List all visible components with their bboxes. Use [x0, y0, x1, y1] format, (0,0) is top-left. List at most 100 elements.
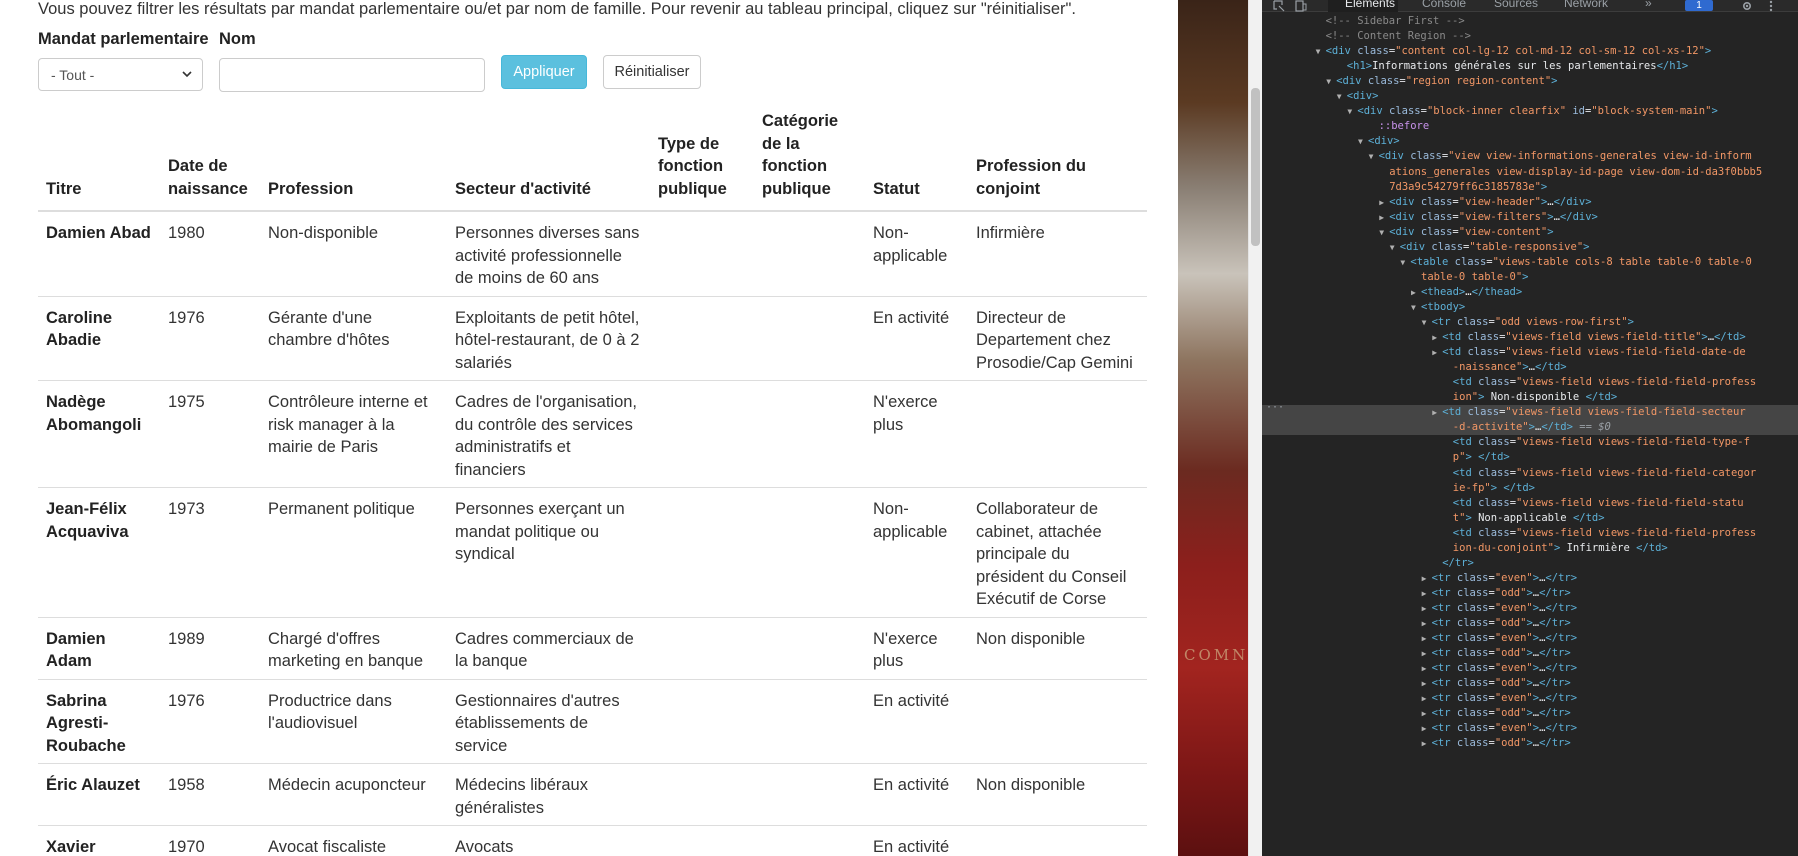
collapsed-triangle-icon[interactable]: ▶ [1422, 736, 1432, 751]
dom-node-line[interactable]: ▶ <tr class="even">…</tr> [1262, 691, 1798, 706]
collapsed-triangle-icon[interactable]: ▶ [1422, 571, 1432, 586]
dom-node-line[interactable]: t"> Non-applicable </td> [1262, 511, 1798, 526]
tab-network[interactable]: Network [1564, 0, 1608, 10]
dom-node-line[interactable]: <td class="views-field views-field-field… [1262, 466, 1798, 481]
deputy-name[interactable]: Damien Abad [38, 210, 160, 296]
mandat-select[interactable]: - Tout - [38, 58, 203, 91]
dom-node-line[interactable]: <td class="views-field views-field-field… [1262, 435, 1798, 450]
expanded-triangle-icon[interactable]: ▼ [1358, 134, 1368, 149]
collapsed-triangle-icon[interactable]: ▶ [1422, 676, 1432, 691]
dom-node-line[interactable]: ▼ <div class="table-responsive"> [1262, 240, 1798, 255]
dom-node-line[interactable]: ▼ <div class="block-inner clearfix" id="b… [1262, 104, 1798, 119]
dom-node-line[interactable]: ▶ <tr class="odd">…</tr> [1262, 586, 1798, 601]
dom-node-line[interactable]: <!-- Sidebar First --> [1262, 14, 1798, 29]
issues-badge[interactable]: 1 [1685, 0, 1713, 11]
dom-node-line[interactable]: ▼ <div class="view-content"> [1262, 225, 1798, 240]
dom-node-line[interactable]: ▶ <td class="views-field views-field-fiel… [1262, 345, 1798, 360]
device-toolbar-icon[interactable] [1294, 0, 1308, 12]
expanded-triangle-icon[interactable]: ▼ [1422, 315, 1432, 330]
tab-elements[interactable]: Elements [1345, 0, 1395, 10]
deputy-name[interactable]: Nadège Abomangoli [38, 380, 160, 488]
dom-node-line[interactable]: ▼ <div class="view view-informations-gene… [1262, 149, 1798, 164]
dom-node-line[interactable]: ▼ <div class="region region-content"> [1262, 74, 1798, 89]
column-header[interactable]: Statut [865, 106, 968, 212]
expanded-triangle-icon[interactable]: ▼ [1337, 89, 1347, 104]
apply-button[interactable]: Appliquer [501, 55, 587, 89]
dom-node-line[interactable]: <td class="views-field views-field-field… [1262, 526, 1798, 541]
deputy-name[interactable]: Caroline Abadie [38, 295, 160, 381]
dom-node-line[interactable]: ▼ <div> [1262, 89, 1798, 104]
dom-node-line[interactable]: ▼ <div> [1262, 134, 1798, 149]
collapsed-triangle-icon[interactable]: ▶ [1422, 661, 1432, 676]
column-header[interactable]: Date de naissance [160, 106, 260, 212]
dom-node-line[interactable]: ▼ <tbody> [1262, 300, 1798, 315]
collapsed-triangle-icon[interactable]: ▶ [1422, 691, 1432, 706]
dom-node-line[interactable]: </tr> [1262, 556, 1798, 571]
expanded-triangle-icon[interactable]: ▼ [1316, 44, 1326, 59]
expanded-triangle-icon[interactable]: ▼ [1400, 255, 1410, 270]
dom-node-line[interactable]: 7d3a9c54279ff6c3185783e"> [1262, 180, 1798, 195]
dom-node-line[interactable]: ▶ <tr class="odd">…</tr> [1262, 676, 1798, 691]
dom-node-line[interactable]: ▶ <tr class="odd">…</tr> [1262, 706, 1798, 721]
dom-node-line[interactable]: ▼ <table class="views-table cols-8 table … [1262, 255, 1798, 270]
column-header[interactable]: Type de fonction publique [650, 106, 754, 212]
deputy-name[interactable]: Éric Alauzet [38, 763, 160, 826]
node-actions-ellipsis[interactable]: ··· [1266, 402, 1284, 413]
collapsed-triangle-icon[interactable]: ▶ [1422, 631, 1432, 646]
dom-node-line[interactable]: ::before [1262, 119, 1798, 134]
dom-node-line[interactable]: ▶ <tr class="even">…</tr> [1262, 631, 1798, 646]
collapsed-triangle-icon[interactable]: ▶ [1422, 586, 1432, 601]
collapsed-triangle-icon[interactable]: ▶ [1422, 721, 1432, 736]
kebab-menu-icon[interactable] [1764, 0, 1778, 12]
dom-node-line[interactable]: ▼ <div class="content col-lg-12 col-md-12… [1262, 44, 1798, 59]
collapsed-triangle-icon[interactable]: ▶ [1379, 195, 1389, 210]
column-header[interactable]: Profession [260, 106, 447, 212]
deputy-name[interactable]: Xavier Albertini [38, 825, 160, 856]
collapsed-triangle-icon[interactable]: ▶ [1432, 345, 1442, 360]
reset-button[interactable]: Réinitialiser [603, 55, 701, 89]
dom-node-line[interactable]: ▶ <thead>…</thead> [1262, 285, 1798, 300]
dom-node-line[interactable]: ▶ <tr class="even">…</tr> [1262, 571, 1798, 586]
dom-node-line[interactable]: ▼ <tr class="odd views-row-first"> [1262, 315, 1798, 330]
collapsed-triangle-icon[interactable]: ▶ [1379, 210, 1389, 225]
expanded-triangle-icon[interactable]: ▼ [1347, 104, 1357, 119]
dom-node-line[interactable]: ▶ <tr class="odd">…</tr> [1262, 646, 1798, 661]
dom-node-line[interactable]: ▶ <tr class="odd">…</tr> [1262, 736, 1798, 751]
dom-node-line[interactable]: ion"> Non-disponible </td> [1262, 390, 1798, 405]
dom-node-line[interactable]: ion-du-conjoint"> Infirmière </td> [1262, 541, 1798, 556]
dom-node-line[interactable]: p"> </td> [1262, 450, 1798, 465]
dom-node-line[interactable]: ie-fp"> </td> [1262, 481, 1798, 496]
collapsed-triangle-icon[interactable]: ▶ [1411, 285, 1421, 300]
nom-input[interactable] [219, 58, 485, 92]
dom-node-line[interactable]: ▶ <tr class="even">…</tr> [1262, 721, 1798, 736]
dom-node-line[interactable]: ▶ <td class="views-field views-field-titl… [1262, 330, 1798, 345]
deputy-name[interactable]: Damien Adam [38, 616, 160, 679]
collapsed-triangle-icon[interactable]: ▶ [1422, 616, 1432, 631]
collapsed-triangle-icon[interactable]: ▶ [1422, 646, 1432, 661]
dom-node-line[interactable]: ▶ <div class="view-filters">…</div> [1262, 210, 1798, 225]
expanded-triangle-icon[interactable]: ▼ [1411, 300, 1421, 315]
deputy-name[interactable]: Sabrina Agresti-Roubache [38, 678, 160, 764]
expanded-triangle-icon[interactable]: ▼ [1379, 225, 1389, 240]
collapsed-triangle-icon[interactable]: ▶ [1432, 330, 1442, 345]
dom-node-line[interactable]: <!-- Content Region --> [1262, 29, 1798, 44]
collapsed-triangle-icon[interactable]: ▶ [1432, 405, 1442, 420]
collapsed-triangle-icon[interactable]: ▶ [1422, 706, 1432, 721]
more-tabs-button[interactable]: » [1645, 0, 1652, 10]
dom-node-line[interactable]: <td class="views-field views-field-field… [1262, 375, 1798, 390]
column-header[interactable]: Titre [38, 106, 160, 212]
expanded-triangle-icon[interactable]: ▼ [1369, 149, 1379, 164]
column-header[interactable]: Catégorie de la fonction publique [754, 106, 865, 212]
dom-node-line[interactable]: ▶ <div class="view-header">…</div> [1262, 195, 1798, 210]
page-scroll-thumb[interactable] [1251, 88, 1260, 246]
expanded-triangle-icon[interactable]: ▼ [1390, 240, 1400, 255]
dom-node-line[interactable]: <h1>Informations générales sur les parle… [1262, 59, 1798, 74]
column-header[interactable]: Secteur d'activité [447, 106, 650, 212]
tab-sources[interactable]: Sources [1494, 0, 1538, 10]
dom-node-line[interactable]: ▶ <td class="views-field views-field-fiel… [1262, 405, 1798, 421]
dom-node-line[interactable]: ▶ <tr class="even">…</tr> [1262, 601, 1798, 616]
dom-node-line[interactable]: ations_generales view-display-id-page vi… [1262, 165, 1798, 180]
tab-console[interactable]: Console [1422, 0, 1466, 10]
column-header[interactable]: Profession du conjoint [968, 106, 1147, 212]
dom-node-line[interactable]: -naissance">…</td> [1262, 360, 1798, 375]
